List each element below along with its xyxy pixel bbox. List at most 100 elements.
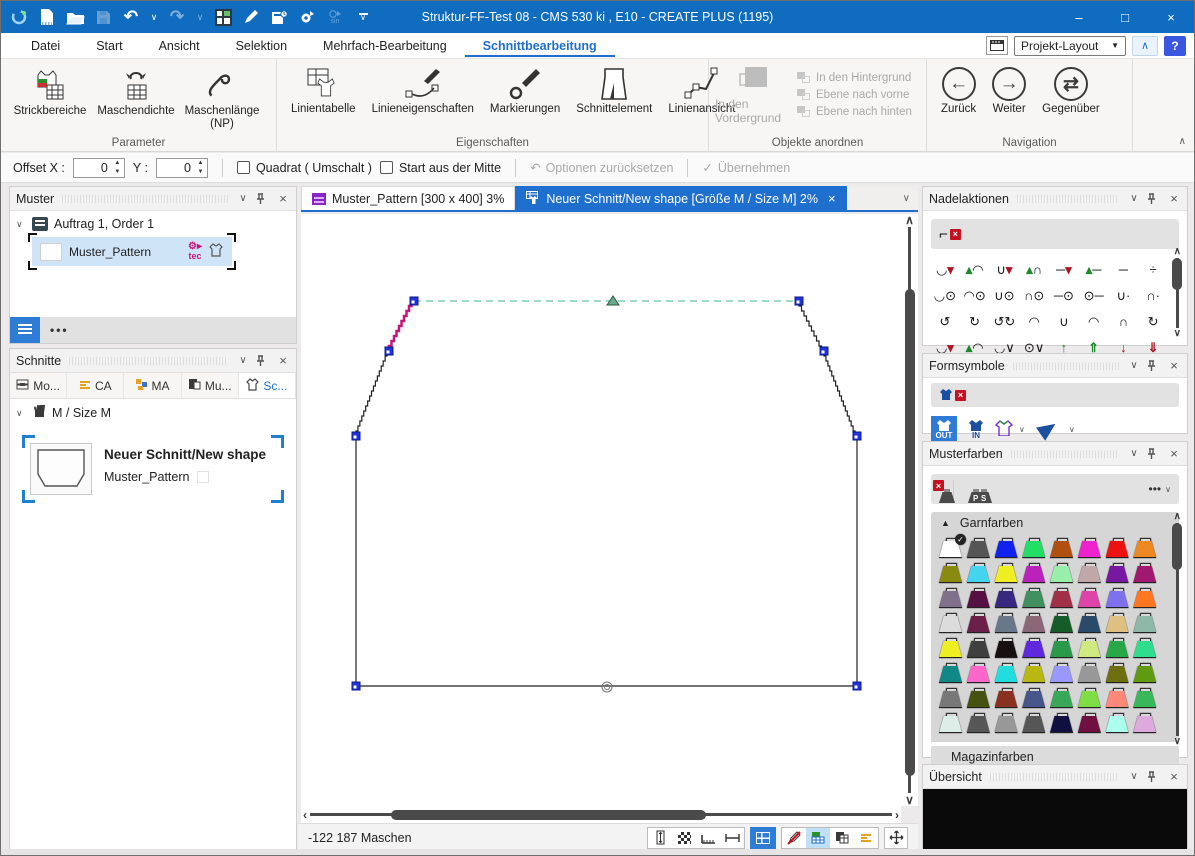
yarn-color-swatch[interactable] [1050, 638, 1073, 657]
needle-action-icon[interactable]: ∩· [1139, 285, 1167, 305]
panel-menu-icon[interactable]: ∨ [1127, 360, 1141, 371]
tab-ca[interactable]: CA [67, 373, 124, 398]
yarn-color-swatch[interactable] [1050, 538, 1073, 557]
pin-icon[interactable] [1147, 193, 1161, 205]
needle-action-icon[interactable]: ∩ [1110, 311, 1138, 331]
pin-icon[interactable] [256, 193, 270, 205]
panel-close-icon[interactable]: × [1167, 358, 1181, 373]
panel-drag-grip[interactable] [62, 195, 228, 203]
color-table-button[interactable] [806, 828, 830, 848]
maximize-button[interactable]: □ [1102, 1, 1148, 33]
sort-lines-icon[interactable] [854, 828, 878, 848]
yarn-color-swatch[interactable] [939, 688, 962, 707]
yarn-color-swatch[interactable] [1133, 563, 1156, 582]
shape-edge[interactable] [824, 351, 857, 436]
linieneigenschaften-button[interactable]: Linieneigenschaften [364, 63, 482, 116]
open-file-icon[interactable] [63, 5, 87, 29]
shape-canvas[interactable] [301, 214, 901, 806]
canvas-horizontal-scrollbar[interactable]: ‹ › [301, 806, 901, 823]
shirt-dropdown-icon[interactable]: ∨ [1019, 425, 1025, 434]
panel-menu-icon[interactable]: ∨ [236, 355, 250, 366]
maschenlaenge-button[interactable]: Maschenlänge (NP) [179, 63, 265, 131]
undo-dropdown-icon[interactable]: ∨ [147, 12, 161, 23]
scroll-left-icon[interactable]: ‹ [301, 809, 309, 821]
start-mitte-checkbox[interactable]: Start aus der Mitte [380, 161, 501, 175]
linientabelle-button[interactable]: Linientabelle [283, 63, 364, 116]
yarn-color-swatch[interactable] [1078, 563, 1101, 582]
menu-item-selektion[interactable]: Selektion [218, 35, 305, 57]
list-view-button[interactable] [10, 317, 40, 343]
needle-action-icon[interactable]: ⊙─ [1080, 285, 1108, 305]
yarn-color-swatch[interactable] [1106, 538, 1129, 557]
yarn-color-swatch[interactable] [1078, 613, 1101, 632]
yarn-color-swatch[interactable] [1050, 688, 1073, 707]
measure-shape-icon[interactable] [648, 828, 672, 848]
needle-scrollbar[interactable]: ∧ ∨ [1172, 247, 1183, 339]
panel-menu-icon[interactable]: ∨ [236, 193, 250, 204]
yarn-color-swatch[interactable] [1106, 713, 1129, 732]
form-shirt-outline-button[interactable] [995, 419, 1013, 439]
yarn-color-swatch[interactable] [1022, 663, 1045, 682]
project-layout-dropdown[interactable]: Projekt-Layout ▼ [1014, 36, 1126, 56]
tab-schnitt[interactable]: Sc... [239, 373, 296, 398]
save-icon[interactable] [91, 5, 115, 29]
tab-muster[interactable]: Mu... [182, 373, 239, 398]
horizontal-scroll-thumb[interactable] [391, 810, 705, 820]
strickbereiche-button[interactable]: Strickbereiche [7, 63, 93, 118]
vertical-scroll-thumb[interactable] [905, 289, 915, 776]
pattern-item-selected[interactable]: Muster_Pattern ⚙▸tec [32, 237, 232, 266]
yarn-color-swatch[interactable] [1106, 563, 1129, 582]
toolbar-options-icon[interactable]: ∨ [351, 5, 375, 29]
yarn-color-swatch[interactable] [995, 563, 1018, 582]
selected-needle-action[interactable]: ⌐ × [931, 219, 1179, 249]
yarn-color-swatch[interactable] [967, 563, 990, 582]
menu-item-datei[interactable]: Datei [13, 35, 78, 57]
panel-drag-grip[interactable] [990, 773, 1119, 781]
yarn-color-swatch[interactable] [967, 613, 990, 632]
minimize-button[interactable]: – [1056, 1, 1102, 33]
yarn-color-swatch[interactable] [995, 713, 1018, 732]
sin-processing-icon[interactable]: sin [323, 5, 347, 29]
new-document-icon[interactable] [35, 5, 59, 29]
yarn-color-swatch[interactable] [1022, 688, 1045, 707]
tree-expander-icon[interactable]: ∨ [16, 219, 26, 230]
yarn-color-swatch[interactable] [995, 538, 1018, 557]
yarn-color-swatch[interactable] [967, 638, 990, 657]
needle-action-icon[interactable]: ∪⊙ [991, 285, 1019, 305]
yarn-color-swatch[interactable] [1050, 588, 1073, 607]
panel-close-icon[interactable]: × [276, 191, 290, 206]
close-button[interactable]: × [1148, 1, 1194, 33]
panel-drag-grip[interactable] [1013, 362, 1119, 370]
zurueck-button[interactable]: ← Zurück [933, 63, 984, 116]
shape-edge[interactable] [356, 351, 389, 436]
needle-action-icon[interactable]: ─⊙ [1050, 285, 1078, 305]
yarn-color-swatch[interactable] [939, 663, 962, 682]
quadrat-checkbox[interactable]: Quadrat ( Umschalt ) [237, 161, 372, 175]
needle-action-icon[interactable]: ÷ [1139, 259, 1167, 279]
yarn-color-swatch[interactable] [1050, 613, 1073, 632]
ebene-nach-vorne-button[interactable]: Ebene nach vorne [797, 89, 912, 101]
needle-action-icon[interactable]: ◡⊙ [931, 285, 959, 305]
pan-tool-icon[interactable] [884, 827, 908, 849]
panel-drag-grip[interactable] [69, 357, 228, 365]
tab-close-icon[interactable]: × [828, 191, 836, 206]
yarn-color-swatch[interactable] [1022, 613, 1045, 632]
undo-icon[interactable]: ↶ [119, 5, 143, 29]
needle-action-icon[interactable]: ∪· [1110, 285, 1138, 305]
panel-close-icon[interactable]: × [1167, 446, 1181, 461]
yarn-color-swatch[interactable] [1078, 588, 1101, 607]
offset-y-input[interactable]: 0 ▲▼ [156, 158, 208, 178]
width-measure-icon[interactable] [720, 828, 744, 848]
tab-ma[interactable]: MA [124, 373, 181, 398]
markierungen-button[interactable]: Markierungen [482, 63, 568, 116]
menu-item-ansicht[interactable]: Ansicht [141, 35, 218, 57]
yarn-color-swatch[interactable] [1022, 638, 1045, 657]
scroll-up-icon[interactable]: ∧ [903, 214, 916, 226]
yarn-color-swatch[interactable]: ✓ [939, 538, 962, 557]
yarn-color-swatch[interactable] [1106, 663, 1129, 682]
yarn-color-swatch[interactable] [995, 588, 1018, 607]
tab-list-icon[interactable]: ∨ [903, 193, 918, 210]
offset-x-input[interactable]: 0 ▲▼ [73, 158, 125, 178]
no-edit-icon[interactable] [782, 828, 806, 848]
weiter-button[interactable]: → Weiter [984, 63, 1034, 116]
